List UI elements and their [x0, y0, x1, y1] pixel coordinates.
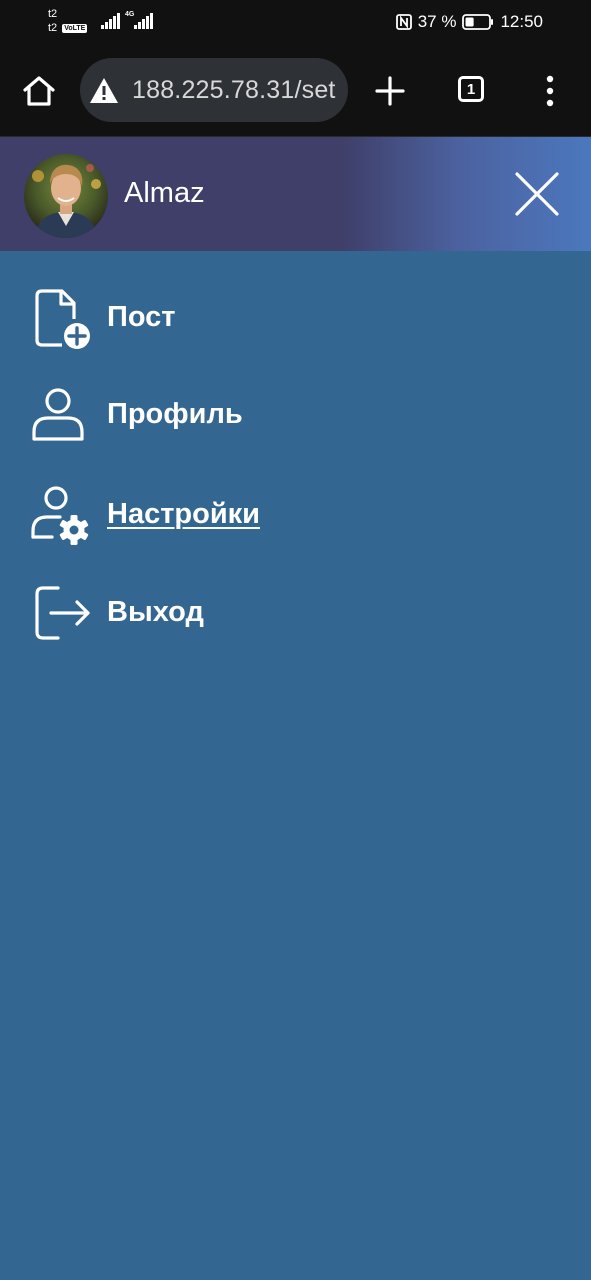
menu-label-profile: Профиль — [107, 398, 243, 430]
warning-icon[interactable] — [89, 77, 119, 104]
plus-icon[interactable] — [375, 76, 405, 106]
menu-item-settings[interactable]: Настройки — [0, 472, 591, 558]
user-settings-icon — [31, 486, 89, 545]
file-add-icon — [35, 289, 90, 349]
status-bar: t2 t2 VoLTE 4G 37 % 12:50 — [0, 0, 591, 44]
drawer-header: Almaz — [0, 137, 591, 251]
home-icon[interactable] — [22, 74, 56, 108]
menu-label-settings: Настройки — [107, 498, 261, 530]
network-type-label: 4G — [125, 11, 135, 18]
menu-label-logout: Выход — [107, 596, 204, 628]
tabs-icon[interactable]: 1 — [458, 76, 484, 102]
volte-badge: VoLTE — [62, 23, 88, 33]
browser-toolbar: 188.225.78.31/set 1 — [0, 44, 591, 137]
more-vert-icon[interactable] — [540, 74, 560, 108]
signal-strength-icon — [101, 13, 120, 29]
battery-percent: 37 % — [417, 12, 457, 31]
close-icon[interactable] — [514, 171, 560, 217]
menu-item-logout[interactable]: Выход — [0, 570, 591, 656]
carrier-2-label: t2 — [48, 22, 58, 34]
nfc-icon — [395, 14, 412, 30]
signal-strength-icon — [134, 13, 153, 29]
user-icon — [32, 388, 84, 441]
user-name: Almaz — [124, 177, 205, 209]
carrier-info: t2 t2 VoLTE — [48, 7, 88, 35]
logout-icon — [35, 586, 90, 640]
status-right: 37 % 12:50 — [395, 10, 543, 34]
battery-icon — [462, 14, 494, 30]
avatar[interactable] — [24, 154, 108, 238]
address-bar[interactable]: 188.225.78.31/set — [80, 58, 348, 122]
menu-item-profile[interactable]: Профиль — [0, 374, 591, 460]
menu-item-post[interactable]: Пост — [0, 275, 591, 361]
url-text[interactable]: 188.225.78.31/set — [132, 76, 336, 105]
menu-label-post: Пост — [107, 301, 176, 333]
carrier-1-label: t2 — [48, 8, 58, 20]
clock: 12:50 — [500, 12, 543, 31]
